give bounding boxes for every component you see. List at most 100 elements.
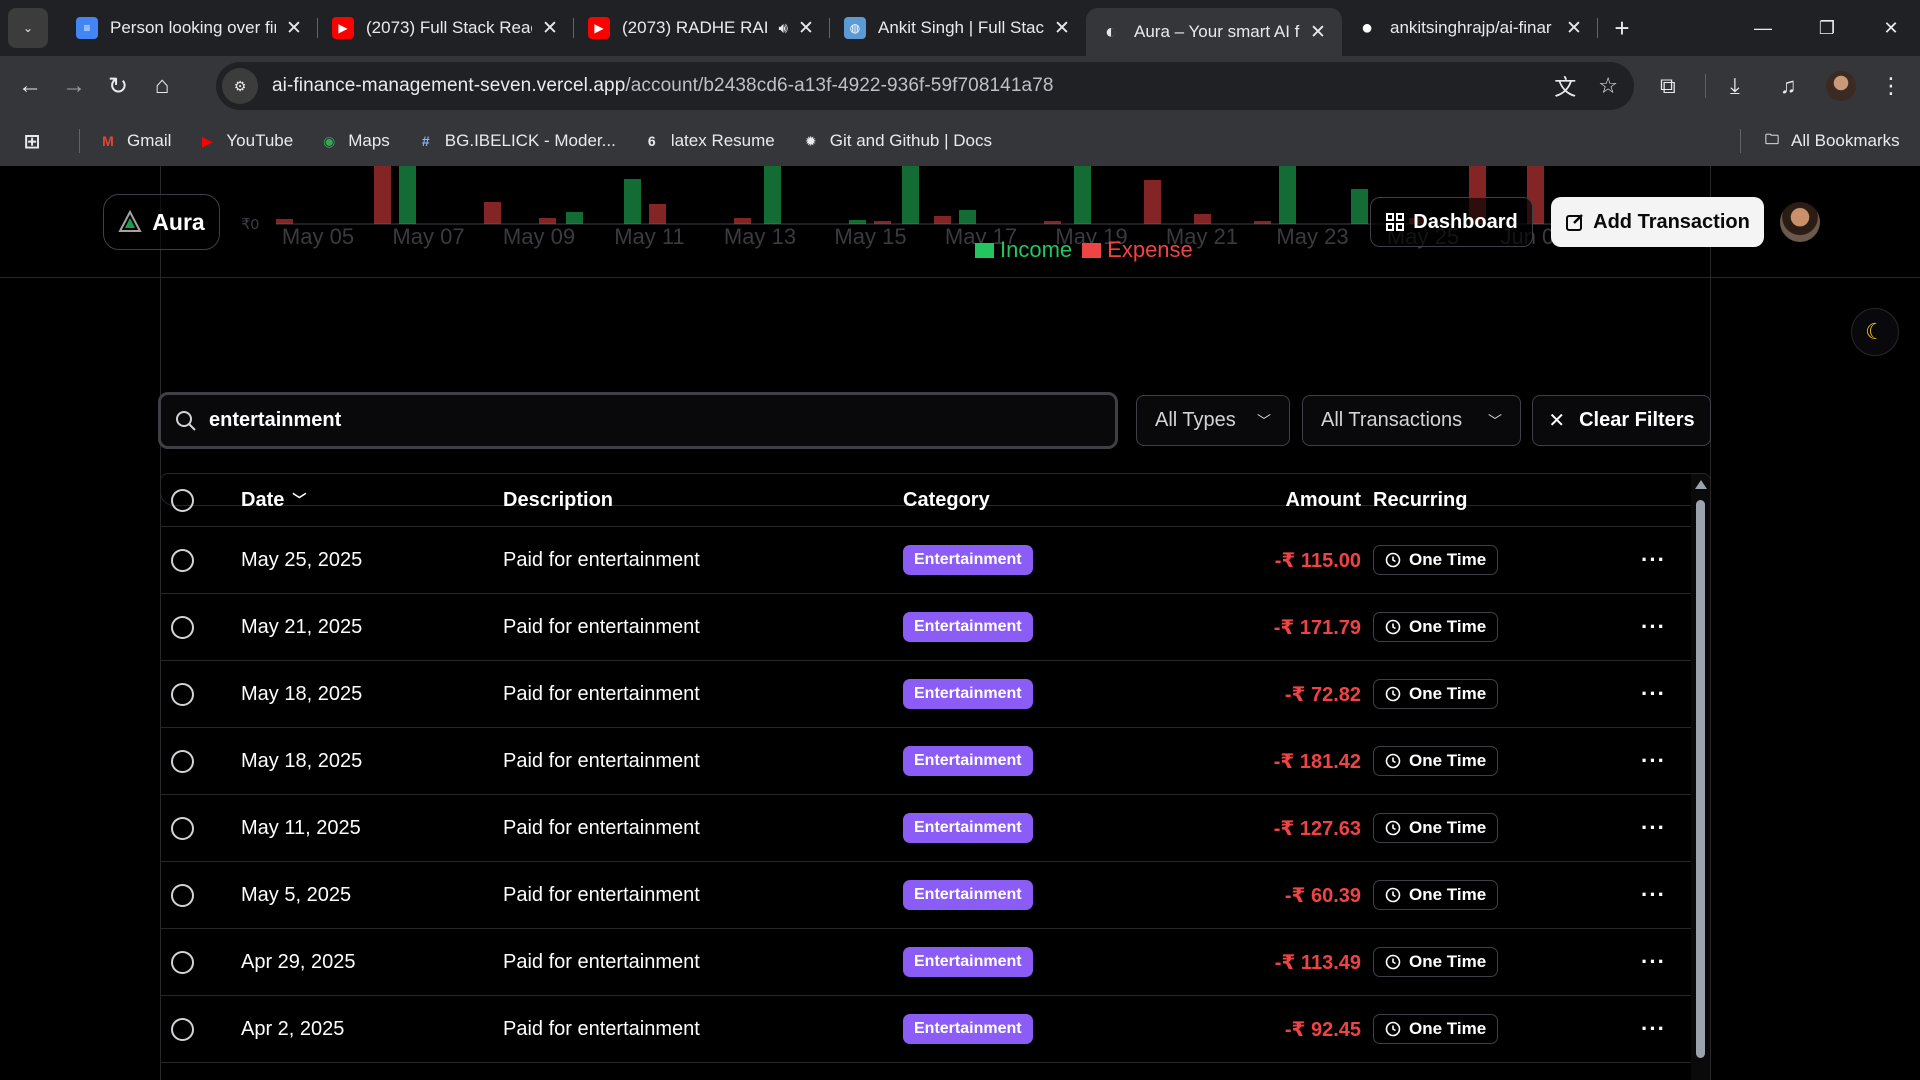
restore-icon[interactable]: ❐	[1796, 0, 1858, 56]
row-select-checkbox[interactable]	[171, 749, 194, 773]
bookmark-item[interactable]: ◉ Maps	[319, 131, 390, 151]
apps-grid-icon[interactable]: ⊞	[22, 131, 51, 153]
audio-playing-icon[interactable]: 🔊︎	[779, 20, 788, 37]
url-host: ai-finance-management-seven.vercel.app	[272, 75, 626, 96]
new-tab-button[interactable]: +	[1602, 8, 1642, 48]
brand-logo[interactable]: Aura	[103, 194, 220, 250]
profile-avatar[interactable]	[1826, 71, 1856, 101]
category-badge: Entertainment	[903, 545, 1033, 575]
back-icon[interactable]: ←	[8, 64, 52, 108]
translate-icon[interactable]: 文	[1554, 70, 1576, 102]
row-description: Paid for entertainment	[503, 883, 700, 906]
select-all-checkbox[interactable]	[171, 488, 194, 512]
bookmark-label: latex Resume	[670, 131, 775, 150]
clock-icon	[1385, 686, 1401, 702]
bookmark-item[interactable]: 6 latex Resume	[642, 131, 775, 151]
scroll-up-arrow[interactable]	[1695, 480, 1707, 489]
table-row[interactable]: May 25, 2025 Paid for entertainment Entert…	[161, 527, 1691, 594]
more-actions-icon[interactable]: ···	[1641, 949, 1666, 975]
table-row[interactable]: May 11, 2025 Paid for entertainment Entert…	[161, 795, 1691, 862]
recurring-label: One Time	[1409, 751, 1487, 770]
more-actions-icon[interactable]: ···	[1641, 547, 1666, 573]
url-text[interactable]: ai-finance-management-seven.vercel.app/a…	[272, 75, 1054, 97]
table-row[interactable]: May 18, 2025 Paid for entertainment Entert…	[161, 728, 1691, 795]
row-select-checkbox[interactable]	[171, 682, 194, 706]
row-select-checkbox[interactable]	[171, 548, 194, 572]
media-control-icon[interactable]: ♫	[1780, 56, 1797, 116]
tab-close-icon[interactable]: ✕	[796, 17, 816, 40]
bookmark-item[interactable]: # BG.IBELICK - Moder...	[416, 131, 616, 151]
category-badge: Entertainment	[903, 880, 1033, 910]
tab-close-icon[interactable]: ✕	[284, 17, 304, 40]
all-bookmarks-button[interactable]: 🗀 All Bookmarks	[1762, 131, 1900, 151]
theme-toggle-moon-icon[interactable]: ☾	[1851, 308, 1899, 356]
bookmark-item[interactable]: ▶ YouTube	[197, 131, 293, 151]
maps-icon: ◉	[323, 132, 336, 149]
more-actions-icon[interactable]: ···	[1641, 748, 1666, 774]
table-row[interactable]: May 21, 2025 Paid for entertainment Entert…	[161, 594, 1691, 661]
table-row[interactable]: May 5, 2025 Paid for entertainment Enterta…	[161, 862, 1691, 929]
recurring-label: One Time	[1409, 885, 1487, 904]
youtube-icon: ▶	[588, 17, 610, 39]
browser-tab[interactable]: ▶ (2073) RADHE RAI 🔊︎ ✕	[574, 0, 830, 56]
more-actions-icon[interactable]: ···	[1641, 882, 1666, 908]
search-field[interactable]	[158, 392, 1118, 449]
more-actions-icon[interactable]: ···	[1641, 815, 1666, 841]
row-select-checkbox[interactable]	[171, 950, 194, 974]
dashboard-button[interactable]: Dashboard	[1370, 197, 1533, 247]
type-filter-select[interactable]: All Types ﹀	[1136, 395, 1290, 446]
row-select-checkbox[interactable]	[171, 816, 194, 840]
extensions-icon[interactable]: ⧉	[1660, 56, 1676, 116]
chevron-down-icon: ﹀	[1257, 412, 1271, 429]
bookmark-star-icon[interactable]: ☆	[1598, 73, 1618, 99]
bookmark-label: YouTube	[226, 131, 294, 150]
browser-tab[interactable]: ◍ Ankit Singh | Full Stack ✕	[830, 0, 1086, 56]
menu-icon[interactable]: ⋮	[1880, 56, 1902, 116]
browser-tab[interactable]: ● ankitsinghrajp/ai-finar ✕	[1342, 0, 1598, 56]
address-bar[interactable]: ⚙ ai-finance-management-seven.vercel.app…	[216, 62, 1634, 110]
user-avatar[interactable]	[1780, 202, 1820, 242]
row-description: Paid for entertainment	[503, 749, 700, 772]
reload-icon[interactable]: ↻	[96, 64, 140, 108]
tab-close-icon[interactable]: ✕	[1564, 17, 1584, 40]
bookmark-item[interactable]: ✹ Git and Github | Docs	[801, 131, 992, 151]
search-input[interactable]	[209, 409, 1089, 432]
description-header: Description	[503, 488, 614, 511]
row-date: May 11, 2025	[241, 816, 361, 839]
forward-icon[interactable]: →	[52, 64, 96, 108]
more-actions-icon[interactable]: ···	[1641, 1016, 1666, 1042]
category-badge: Entertainment	[903, 746, 1033, 776]
tab-search-button[interactable]: ⌄	[8, 8, 48, 48]
folder-icon: 🗀	[1765, 131, 1779, 147]
tab-close-icon[interactable]: ✕	[540, 17, 560, 40]
add-transaction-button[interactable]: Add Transaction	[1551, 197, 1764, 247]
window-close-icon[interactable]: ✕	[1860, 0, 1920, 56]
row-description: Paid for entertainment	[503, 615, 700, 638]
row-select-checkbox[interactable]	[171, 883, 194, 907]
download-icon[interactable]: ⤓	[1730, 56, 1740, 116]
more-actions-icon[interactable]: ···	[1641, 681, 1666, 707]
minimize-icon[interactable]: —	[1732, 0, 1794, 56]
browser-tab[interactable]: ≡ Person looking over fin ✕	[62, 0, 318, 56]
bookmark-item[interactable]: M Gmail	[98, 131, 171, 151]
row-amount: -₹ 113.49	[1274, 951, 1361, 974]
table-scrollbar[interactable]	[1691, 474, 1710, 1080]
globe-icon: ◍	[844, 17, 866, 39]
row-select-checkbox[interactable]	[171, 615, 194, 639]
more-actions-icon[interactable]: ···	[1641, 614, 1666, 640]
table-row[interactable]: May 18, 2025 Paid for entertainment Entert…	[161, 661, 1691, 728]
site-info-icon[interactable]: ⚙	[222, 68, 258, 104]
date-column-header[interactable]: Date ﹀	[241, 474, 306, 526]
tab-close-icon[interactable]: ✕	[1308, 21, 1328, 44]
table-row[interactable]: Apr 2, 2025 Paid for entertainment Enterta…	[161, 996, 1691, 1063]
tab-close-icon[interactable]: ✕	[1052, 17, 1072, 40]
recurring-badge: One Time	[1373, 545, 1499, 575]
table-row[interactable]: Apr 29, 2025 Paid for entertainment Entert…	[161, 929, 1691, 996]
browser-tab[interactable]: ◐ Aura – Your smart AI fi ✕	[1086, 8, 1342, 56]
home-icon[interactable]: ⌂	[140, 64, 184, 108]
clear-filters-button[interactable]: ✕ Clear Filters	[1532, 395, 1711, 446]
row-select-checkbox[interactable]	[171, 1017, 194, 1041]
scroll-thumb[interactable]	[1696, 500, 1705, 1058]
recurring-filter-select[interactable]: All Transactions ﹀	[1302, 395, 1521, 446]
browser-tab[interactable]: ▶ (2073) Full Stack React ✕	[318, 0, 574, 56]
